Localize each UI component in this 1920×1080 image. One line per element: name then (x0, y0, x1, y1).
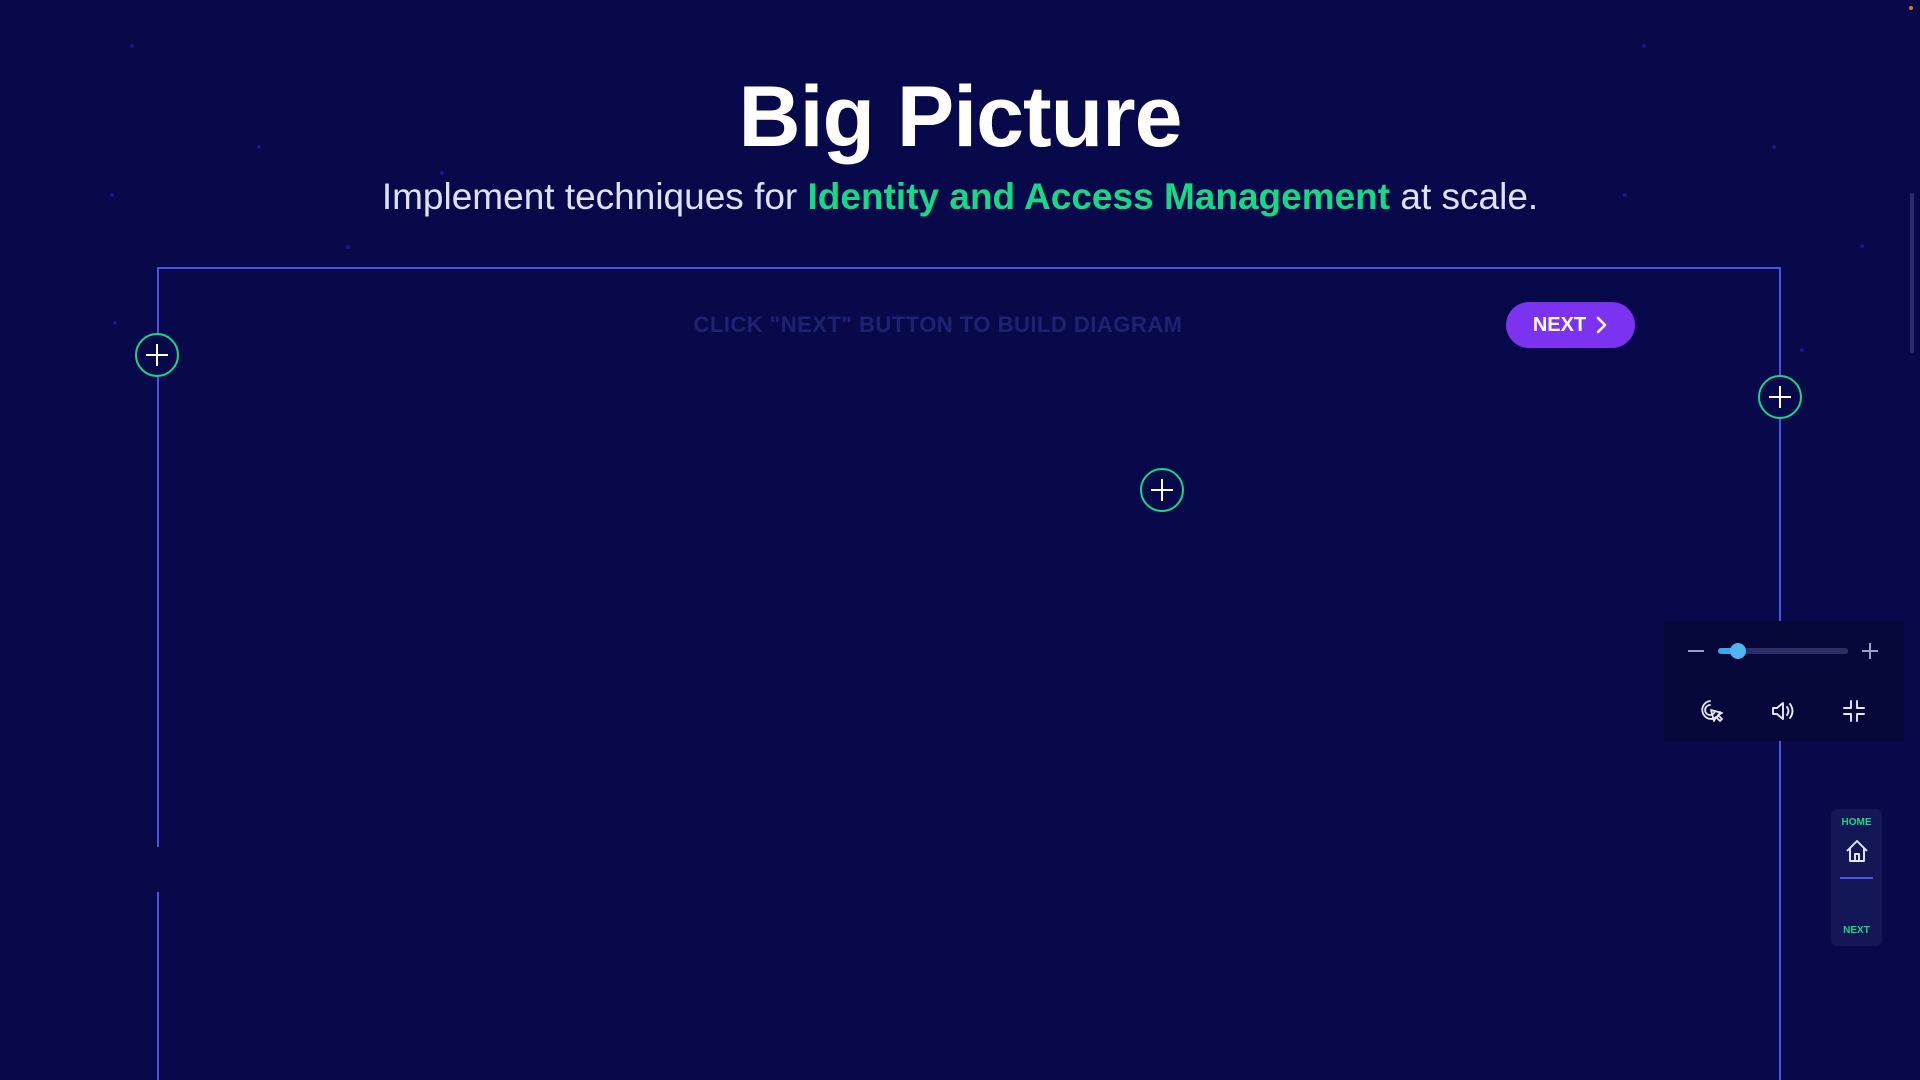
subtitle-prefix: Implement techniques for (381, 176, 808, 217)
zoom-in-icon[interactable] (1860, 641, 1880, 661)
page-subtitle: Implement techniques for Identity and Ac… (0, 176, 1920, 218)
plus-icon[interactable] (1140, 468, 1184, 512)
nav-home-label[interactable]: HOME (1831, 817, 1882, 828)
star-dot (1860, 244, 1864, 248)
volume-icon[interactable] (1769, 697, 1797, 725)
page-title: Big Picture (738, 69, 1183, 165)
next-button-label: NEXT (1532, 313, 1587, 336)
exit-fullscreen-icon[interactable] (1840, 697, 1868, 725)
pointer-icon[interactable] (1697, 697, 1725, 725)
star-dot (440, 171, 444, 175)
star-dot (113, 321, 117, 325)
next-button[interactable]: NEXT (1506, 302, 1635, 348)
star-dot (1642, 44, 1646, 48)
subtitle-highlight: Identity and Access Management (807, 176, 1391, 217)
subtitle-suffix: at scale. (1390, 176, 1539, 217)
plus-icon[interactable] (135, 333, 179, 377)
side-nav: HOME NEXT (1831, 809, 1882, 946)
diagram-frame (157, 267, 1781, 1080)
nav-next-label[interactable]: NEXT (1831, 925, 1882, 936)
scrollbar[interactable] (1910, 193, 1914, 353)
star-dot (130, 44, 134, 48)
frame-border-left (157, 892, 159, 1080)
zoom-slider-handle[interactable] (1729, 643, 1746, 659)
diagram-hint: CLICK "NEXT" BUTTON TO BUILD DIAGRAM (693, 312, 1183, 337)
home-icon[interactable] (1843, 837, 1871, 865)
chevron-right-icon (1596, 316, 1607, 334)
frame-border-top (157, 267, 1781, 269)
star-dot (1800, 348, 1804, 352)
page: Big Picture Implement techniques for Ide… (0, 0, 1920, 1080)
star-dot (346, 245, 350, 249)
nav-divider (1840, 877, 1873, 879)
zoom-out-icon[interactable] (1686, 641, 1706, 661)
media-controls (1664, 621, 1904, 741)
zoom-slider[interactable] (1718, 643, 1848, 659)
star-dot-orange (1909, 6, 1913, 10)
plus-icon[interactable] (1758, 375, 1802, 419)
